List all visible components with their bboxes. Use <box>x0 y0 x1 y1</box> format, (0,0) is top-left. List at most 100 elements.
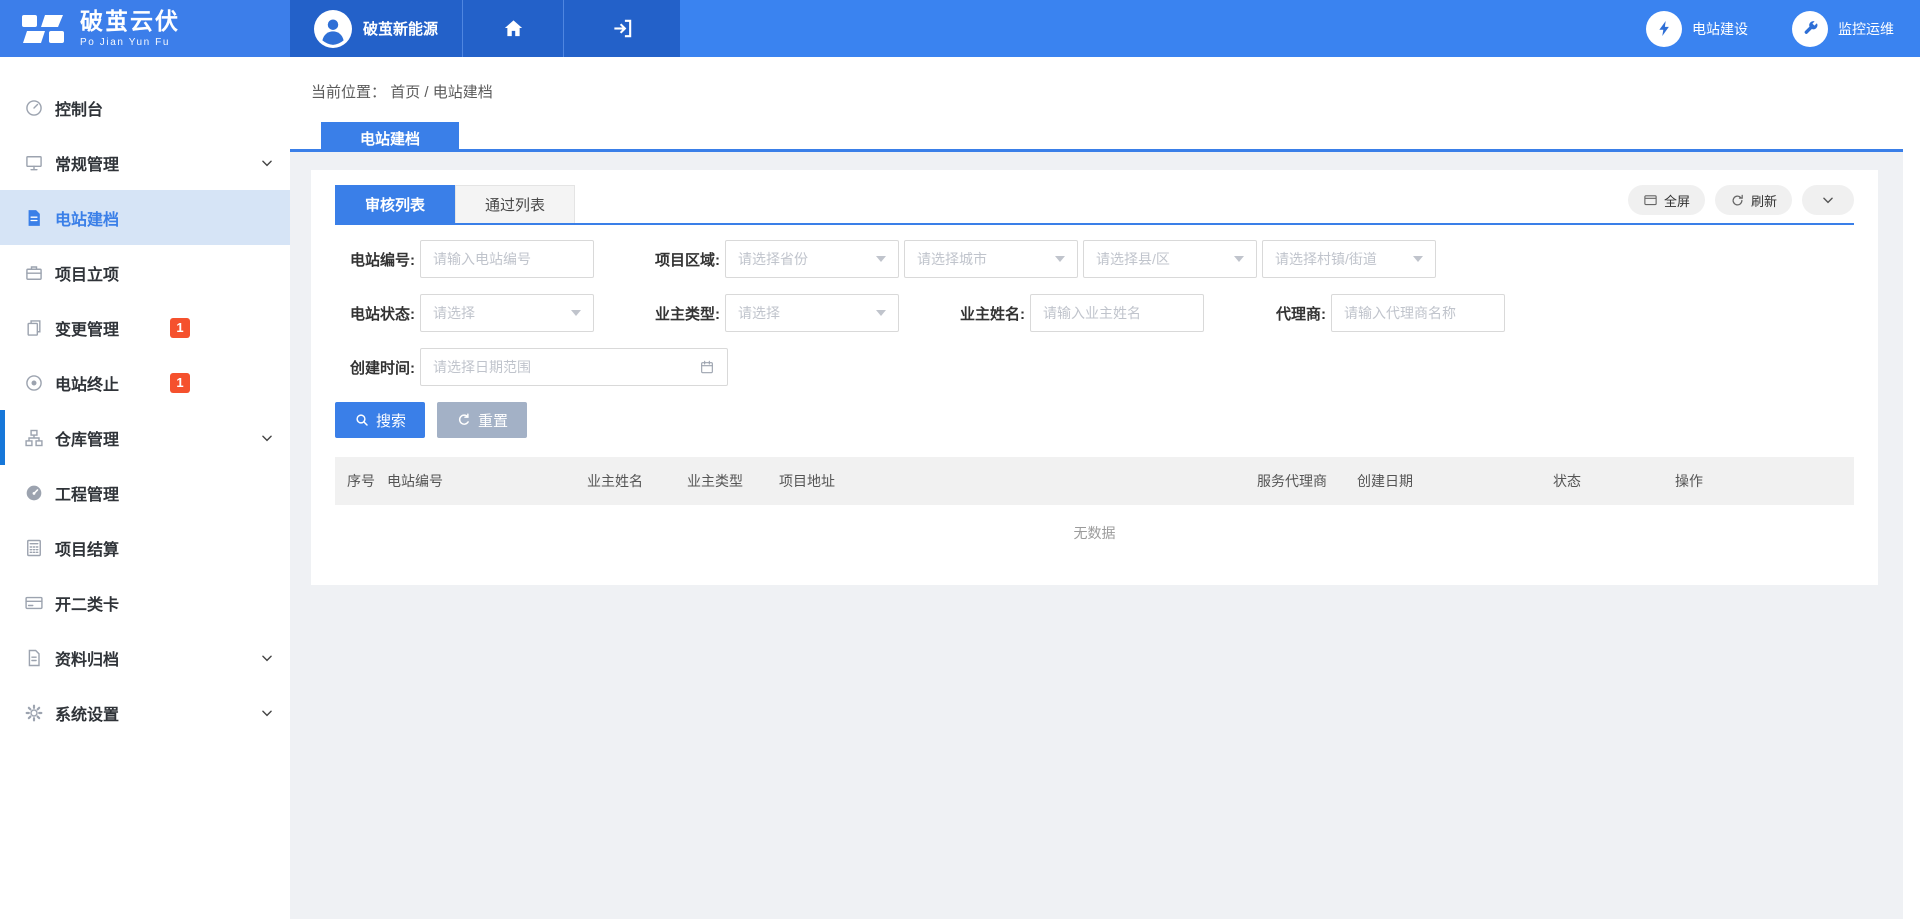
chevron-down-icon <box>1821 193 1835 207</box>
sidebar-item-project-settlement[interactable]: 项目结算 <box>0 520 290 575</box>
module-label: 电站建设 <box>1692 19 1748 39</box>
sidebar-item-label: 仓库管理 <box>55 426 119 450</box>
filter-form: 电站编号: 项目区域: 请选择省份 请选择城市 <box>335 240 1854 386</box>
chevron-down-icon <box>260 156 274 170</box>
station-no-label: 电站编号: <box>335 249 415 270</box>
monitor-icon <box>24 153 44 173</box>
city-placeholder: 请选择城市 <box>917 249 987 269</box>
sidebar-item-general-management[interactable]: 常规管理 <box>0 135 290 190</box>
sidebar-item-change-management[interactable]: 变更管理 1 <box>0 300 290 355</box>
agent-input[interactable] <box>1331 294 1505 332</box>
district-select[interactable]: 请选择县/区 <box>1083 240 1257 278</box>
column-status: 状态 <box>1553 471 1675 491</box>
logout-icon <box>611 17 634 40</box>
reset-button[interactable]: 重置 <box>437 402 527 438</box>
sitemap-icon <box>24 428 44 448</box>
logout-button[interactable] <box>563 0 680 57</box>
module-label: 监控运维 <box>1838 19 1894 39</box>
sidebar-item-station-filing[interactable]: 电站建档 <box>0 190 290 245</box>
sidebar-item-label: 项目结算 <box>55 536 119 560</box>
sidebar-item-console[interactable]: 控制台 <box>0 80 290 135</box>
owner-name-label: 业主姓名: <box>945 303 1025 324</box>
column-service-agent: 服务代理商 <box>1257 471 1357 491</box>
page-scrollbar[interactable] <box>1903 57 1920 919</box>
module-station-construction[interactable]: 电站建设 <box>1646 11 1748 47</box>
main-area: 当前位置： 首页 / 电站建档 电站建档 审核列表 通过列表 <box>290 57 1920 919</box>
search-icon <box>354 412 370 428</box>
sidebar-item-open-class2-card[interactable]: 开二类卡 <box>0 575 290 630</box>
province-select[interactable]: 请选择省份 <box>725 240 899 278</box>
brand-title: 破茧云伏 <box>80 10 180 33</box>
panel-header: 审核列表 通过列表 全屏 <box>335 170 1854 225</box>
caret-down-icon <box>571 310 581 316</box>
notification-badge: 1 <box>170 318 190 338</box>
fullscreen-label: 全屏 <box>1664 191 1690 210</box>
fullscreen-button[interactable]: 全屏 <box>1628 185 1705 215</box>
filter-actions: 搜索 重置 <box>335 402 1854 438</box>
sidebar-item-label: 项目立项 <box>55 261 119 285</box>
calendar-icon <box>699 359 715 375</box>
sidebar-item-label: 常规管理 <box>55 151 119 175</box>
sidebar-item-system-settings[interactable]: 系统设置 <box>0 685 290 740</box>
station-status-label: 电站状态: <box>335 303 415 324</box>
caret-down-icon <box>876 256 886 262</box>
search-button[interactable]: 搜索 <box>335 402 425 438</box>
sidebar: 控制台 常规管理 电站建档 <box>0 57 290 919</box>
sidebar-item-warehouse-management[interactable]: 仓库管理 <box>0 410 290 465</box>
column-actions: 操作 <box>1675 471 1854 491</box>
module-monitoring-ops[interactable]: 监控运维 <box>1792 11 1894 47</box>
topbar-dark-section: 破茧新能源 <box>290 0 680 57</box>
town-select[interactable]: 请选择村镇/街道 <box>1262 240 1436 278</box>
archive-document-icon <box>24 648 44 668</box>
dashboard-icon <box>24 98 44 118</box>
avatar-icon <box>314 10 352 48</box>
home-button[interactable] <box>462 0 563 57</box>
column-index: 序号 <box>347 471 387 491</box>
refresh-icon <box>1730 193 1745 208</box>
date-range-placeholder: 请选择日期范围 <box>433 357 531 377</box>
user-menu[interactable]: 破茧新能源 <box>290 0 462 57</box>
brand-subtitle: Po Jian Yun Fu <box>80 37 180 48</box>
sidebar-item-engineering-management[interactable]: 工程管理 <box>0 465 290 520</box>
top-bar: 破茧云伏 Po Jian Yun Fu 破茧新能源 <box>0 0 1920 57</box>
reset-icon <box>456 412 472 428</box>
refresh-button[interactable]: 刷新 <box>1715 185 1792 215</box>
user-name: 破茧新能源 <box>363 18 438 39</box>
breadcrumb-prefix: 当前位置： <box>311 84 386 101</box>
caret-down-icon <box>1055 256 1065 262</box>
table-empty-state: 无数据 <box>335 505 1854 561</box>
app-window: 破茧云伏 Po Jian Yun Fu 破茧新能源 <box>0 0 1920 919</box>
list-tabs: 审核列表 通过列表 <box>335 185 575 223</box>
content-area: 审核列表 通过列表 全屏 <box>290 152 1920 919</box>
collapse-toggle-button[interactable] <box>1802 185 1854 215</box>
owner-type-select[interactable]: 请选择 <box>725 294 899 332</box>
station-status-select[interactable]: 请选择 <box>420 294 594 332</box>
sidebar-item-label: 电站终止 <box>55 371 119 395</box>
table-header-row: 序号 电站编号 业主姓名 业主类型 项目地址 服务代理商 创建日期 状态 操作 <box>335 457 1854 505</box>
sidebar-item-data-archiving[interactable]: 资料归档 <box>0 630 290 685</box>
panel-toolbar: 全屏 刷新 <box>1628 185 1854 215</box>
refresh-label: 刷新 <box>1751 191 1777 210</box>
tab-review-list[interactable]: 审核列表 <box>335 185 455 223</box>
owner-name-input[interactable] <box>1030 294 1204 332</box>
sidebar-item-project-initiation[interactable]: 项目立项 <box>0 245 290 300</box>
city-select[interactable]: 请选择城市 <box>904 240 1078 278</box>
breadcrumb-path: 首页 / 电站建档 <box>390 84 493 101</box>
brand-logo-area: 破茧云伏 Po Jian Yun Fu <box>0 0 290 57</box>
date-range-picker[interactable]: 请选择日期范围 <box>420 348 728 386</box>
sidebar-item-label: 控制台 <box>55 96 103 120</box>
fullscreen-icon <box>1643 193 1658 208</box>
brand-text: 破茧云伏 Po Jian Yun Fu <box>80 10 180 48</box>
station-status-placeholder: 请选择 <box>433 303 475 323</box>
briefcase-icon <box>24 263 44 283</box>
province-placeholder: 请选择省份 <box>738 249 808 269</box>
sidebar-item-label: 资料归档 <box>55 646 119 670</box>
card-icon <box>24 593 44 613</box>
station-no-input[interactable] <box>420 240 594 278</box>
breadcrumb-bar: 当前位置： 首页 / 电站建档 电站建档 <box>290 57 1920 152</box>
tab-passed-list[interactable]: 通过列表 <box>455 185 575 223</box>
chevron-down-icon <box>260 431 274 445</box>
page-tab-station-filing[interactable]: 电站建档 <box>321 122 459 155</box>
filter-row-3: 创建时间: 请选择日期范围 <box>335 348 1854 386</box>
sidebar-item-station-termination[interactable]: 电站终止 1 <box>0 355 290 410</box>
